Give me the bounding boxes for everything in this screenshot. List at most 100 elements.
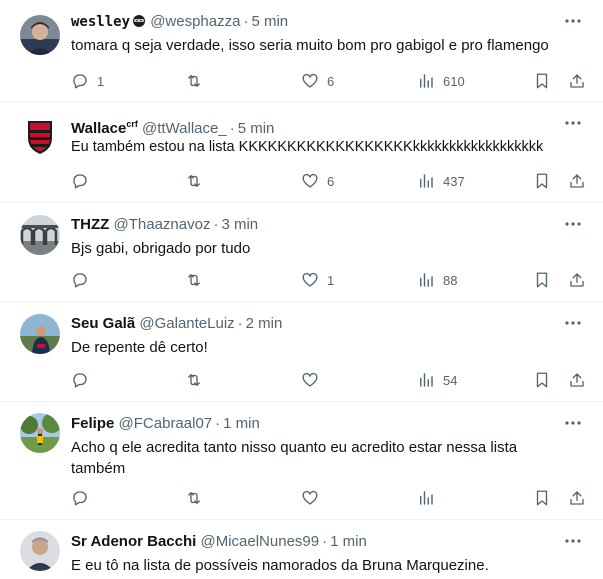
tweet-header: weslley @wesphazza · 5 min [71, 12, 288, 32]
tweet-actions: 6 437 [71, 171, 591, 191]
bookmark-button[interactable] [533, 171, 551, 191]
share-button[interactable] [568, 270, 586, 290]
tweet-seu-gala[interactable]: Seu Galã @GalanteLuiz · 2 min De repente d… [0, 302, 603, 402]
share-button[interactable] [568, 171, 586, 191]
views-button[interactable] [417, 488, 443, 508]
bookmark-icon [533, 72, 551, 90]
reply-count: 1 [97, 73, 105, 89]
like-button[interactable]: 6 [301, 171, 334, 191]
user-handle[interactable]: @MicaelNunes99 [200, 533, 319, 550]
reply-button[interactable] [71, 270, 97, 290]
more-options-icon[interactable] [563, 217, 583, 231]
more-options-icon[interactable] [563, 116, 583, 130]
reply-button[interactable] [71, 171, 97, 191]
timestamp[interactable]: 3 min [221, 216, 258, 233]
user-handle[interactable]: @FCabraal07 [119, 415, 213, 432]
more-options-icon[interactable] [563, 316, 583, 330]
views-button[interactable]: 437 [417, 171, 465, 191]
tweet-header: Felipe @FCabraal07 · 1 min [71, 414, 260, 434]
share-button[interactable] [568, 488, 586, 508]
retweet-icon [185, 172, 203, 190]
like-button[interactable] [301, 370, 327, 390]
timestamp[interactable]: 1 min [223, 415, 260, 432]
display-name[interactable]: weslley [71, 14, 130, 30]
avatar[interactable] [20, 15, 60, 55]
tweet-header: Wallacecrf @ttWallace_ · 5 min [71, 114, 275, 137]
timestamp[interactable]: 5 min [251, 13, 288, 30]
retweet-icon [185, 72, 203, 90]
user-handle[interactable]: @ttWallace_ [142, 120, 227, 137]
tweet-text: De repente dê certo! [71, 339, 208, 356]
retweet-icon [185, 489, 203, 507]
like-count: 6 [327, 173, 335, 189]
like-count: 1 [327, 272, 335, 288]
separator-dot: · [237, 315, 243, 332]
reply-icon [71, 371, 89, 389]
tweet-actions [71, 488, 591, 508]
avatar[interactable] [20, 531, 60, 571]
retweet-button[interactable] [185, 171, 203, 191]
name-suffix: crf [126, 119, 138, 129]
more-options-icon[interactable] [563, 534, 583, 548]
display-name[interactable]: Sr Adenor Bacchi [71, 533, 196, 550]
retweet-button[interactable] [185, 370, 203, 390]
views-chart-icon [417, 489, 435, 507]
display-name[interactable]: Seu Galã [71, 315, 135, 332]
more-options-icon[interactable] [563, 416, 583, 430]
user-handle[interactable]: @wesphazza [150, 13, 240, 30]
views-chart-icon [417, 72, 435, 90]
views-button[interactable]: 54 [417, 370, 457, 390]
reply-button[interactable]: 1 [71, 71, 104, 91]
views-button[interactable]: 610 [417, 71, 465, 91]
bookmark-icon [533, 271, 551, 289]
timestamp[interactable]: 5 min [238, 120, 275, 137]
tweet-thzz[interactable]: THZZ @Thaaznavoz · 3 min Bjs gabi, obrigad… [0, 203, 603, 302]
like-button[interactable] [301, 488, 327, 508]
display-name[interactable]: Wallace [71, 120, 126, 137]
share-button[interactable] [568, 71, 586, 91]
timestamp[interactable]: 2 min [246, 315, 283, 332]
retweet-button[interactable] [185, 270, 203, 290]
tweet-weslley[interactable]: weslley @wesphazza · 5 min tomara q seja v… [0, 0, 603, 102]
reply-button[interactable] [71, 370, 97, 390]
reply-icon [71, 271, 89, 289]
reply-icon [71, 172, 89, 190]
display-name[interactable]: THZZ [71, 216, 109, 233]
views-chart-icon [417, 172, 435, 190]
tweet-text: Acho q ele acredita tanto nisso quanto e… [71, 439, 518, 477]
views-button[interactable]: 88 [417, 270, 457, 290]
tweet-sr-adenor-bacchi[interactable]: Sr Adenor Bacchi @MicaelNunes99 · 1 min E … [0, 520, 603, 579]
display-name[interactable]: Felipe [71, 415, 114, 432]
user-handle[interactable]: @GalanteLuiz [139, 315, 234, 332]
avatar[interactable] [20, 116, 60, 156]
bookmark-button[interactable] [533, 488, 551, 508]
retweet-button[interactable] [185, 488, 203, 508]
heart-icon [301, 172, 319, 190]
bookmark-button[interactable] [533, 270, 551, 290]
heart-icon [301, 489, 319, 507]
user-handle[interactable]: @Thaaznavoz [114, 216, 211, 233]
tweet-wallace[interactable]: Wallacecrf @ttWallace_ · 5 min Eu também e… [0, 102, 603, 203]
reply-button[interactable] [71, 488, 97, 508]
avatar[interactable] [20, 314, 60, 354]
reply-icon [71, 489, 89, 507]
avatar[interactable] [20, 413, 60, 453]
tweet-actions: 1 6 610 [71, 71, 591, 91]
share-button[interactable] [568, 370, 586, 390]
like-button[interactable]: 6 [301, 71, 334, 91]
heart-icon [301, 271, 319, 289]
tweet-header: Sr Adenor Bacchi @MicaelNunes99 · 1 min [71, 532, 367, 552]
separator-dot: · [229, 120, 235, 137]
view-count: 88 [443, 272, 458, 288]
bookmark-button[interactable] [533, 71, 551, 91]
bookmark-icon [533, 371, 551, 389]
timestamp[interactable]: 1 min [330, 533, 367, 550]
heart-icon [301, 72, 319, 90]
tweet-felipe[interactable]: Felipe @FCabraal07 · 1 min Acho q ele acre… [0, 402, 603, 520]
bookmark-button[interactable] [533, 370, 551, 390]
like-button[interactable]: 1 [301, 270, 334, 290]
retweet-button[interactable] [185, 71, 203, 91]
avatar[interactable] [20, 215, 60, 255]
more-options-icon[interactable] [563, 14, 583, 28]
views-chart-icon [417, 271, 435, 289]
